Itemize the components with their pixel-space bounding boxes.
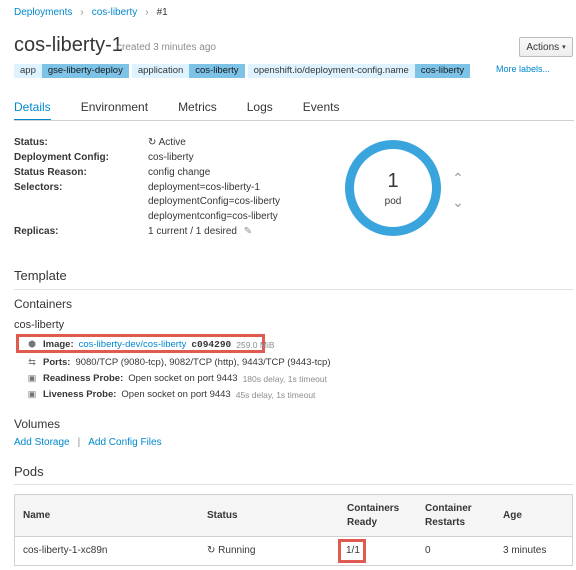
selectors-label: Selectors: <box>14 182 63 193</box>
readiness-row: ▣ Readiness Probe: Open socket on port 9… <box>26 373 327 384</box>
volumes-heading: Volumes <box>14 417 61 431</box>
replicas-value: 1 current / 1 desired ✎ <box>148 226 252 237</box>
liveness-timing: 45s delay, 1s timeout <box>235 389 316 400</box>
template-heading: Template <box>14 268 67 283</box>
breadcrumb-deployment-config[interactable]: cos-liberty <box>92 7 138 18</box>
liveness-probe-icon: ▣ <box>27 389 37 399</box>
created-timestamp: created 3 minutes ago <box>117 42 216 53</box>
ports-value: 9080/TCP (9080-tcp), 9082/TCP (http), 94… <box>75 357 331 368</box>
column-header-container-restarts: Container Restarts <box>425 502 472 530</box>
more-labels-link[interactable]: More labels... <box>496 64 550 74</box>
selector-value: deploymentconfig=cos-liberty <box>148 211 278 222</box>
tab-environment[interactable]: Environment <box>81 100 148 121</box>
volume-actions: Add Storage | Add Config Files <box>14 437 162 448</box>
breadcrumb-current: #1 <box>156 7 168 18</box>
scale-up-icon[interactable]: ⌃ <box>448 170 468 187</box>
scale-down-icon[interactable]: ⌄ <box>448 194 468 211</box>
column-header-line: Containers <box>347 503 400 514</box>
pod-age: 3 minutes <box>503 545 547 556</box>
tab-metrics[interactable]: Metrics <box>178 100 217 121</box>
actions-button-label: Actions <box>526 41 560 53</box>
image-size: 259.0 MiB <box>236 339 275 350</box>
pod-count-label: pod <box>384 196 402 207</box>
liveness-label: Liveness Probe: <box>43 389 117 400</box>
pod-name-link[interactable]: cos-liberty-1-xc89n <box>23 545 107 556</box>
column-header-line: Ready <box>347 517 378 528</box>
tab-bar: Details Environment Metrics Logs Events <box>14 100 369 121</box>
tab-events[interactable]: Events <box>303 100 340 121</box>
readiness-value: Open socket on port 9443 <box>128 373 238 384</box>
pods-heading: Pods <box>14 464 44 479</box>
containers-heading: Containers <box>14 297 73 311</box>
label-list: app gse-liberty-deploy application cos-l… <box>14 64 471 78</box>
breadcrumb-deployments[interactable]: Deployments <box>14 7 72 18</box>
add-config-files-link[interactable]: Add Config Files <box>88 437 161 448</box>
status-reason-label: Status Reason: <box>14 167 87 178</box>
readiness-timing: 180s delay, 1s timeout <box>242 373 327 384</box>
label-pair[interactable]: app gse-liberty-deploy <box>14 64 129 78</box>
refresh-icon: ↻ <box>148 137 157 148</box>
refresh-icon: ↻ <box>207 545 216 556</box>
status-label: Status: <box>14 137 48 148</box>
deployment-config-link[interactable]: cos-liberty <box>148 152 194 163</box>
actions-button[interactable]: Actions ▾ <box>519 37 573 57</box>
image-label: Image: <box>43 339 74 350</box>
pod-status-text: Running <box>218 545 256 556</box>
replicas-text: 1 current / 1 desired <box>148 226 237 237</box>
status-reason-value: config change <box>148 167 211 178</box>
pod-containers-ready: 1/1 <box>346 545 360 556</box>
column-header-line: Container <box>425 503 472 514</box>
deployment-config-label: Deployment Config: <box>14 152 109 163</box>
image-row: ⬢ Image: cos-liberty-dev/cos-liberty c09… <box>26 339 275 350</box>
tab-divider <box>14 120 574 121</box>
column-header-containers-ready: Containers Ready <box>347 502 399 530</box>
edit-pencil-icon[interactable]: ✎ <box>244 226 252 237</box>
selector-value: deploymentConfig=cos-liberty <box>148 196 281 207</box>
page-title: cos-liberty-1 <box>14 34 123 56</box>
pods-divider <box>14 484 574 485</box>
breadcrumb-separator: › <box>80 7 84 18</box>
tab-logs[interactable]: Logs <box>247 100 273 121</box>
label-value: cos-liberty <box>414 64 471 78</box>
readiness-probe-icon: ▣ <box>27 373 37 383</box>
ports-row: ⇆ Ports: 9080/TCP (9080-tcp), 9082/TCP (… <box>26 357 331 368</box>
breadcrumb-separator: › <box>145 7 149 18</box>
pods-table-header <box>15 495 572 537</box>
label-value: gse-liberty-deploy <box>41 64 129 78</box>
tab-details[interactable]: Details <box>14 100 51 121</box>
liveness-row: ▣ Liveness Probe: Open socket on port 94… <box>26 389 316 400</box>
label-key: app <box>14 64 42 78</box>
pod-count: 1 <box>387 170 399 192</box>
selector-value: deployment=cos-liberty-1 <box>148 182 260 193</box>
label-value: cos-liberty <box>189 64 245 78</box>
add-storage-link[interactable]: Add Storage <box>14 437 70 448</box>
column-header-line: Restarts <box>425 517 466 528</box>
container-name: cos-liberty <box>14 319 65 331</box>
template-divider <box>14 289 574 290</box>
image-link[interactable]: cos-liberty-dev/cos-liberty <box>79 339 187 350</box>
readiness-label: Readiness Probe: <box>43 373 124 384</box>
status-text: Active <box>158 137 186 148</box>
replicas-label: Replicas: <box>14 226 59 237</box>
pod-restarts: 0 <box>425 545 431 556</box>
link-separator: | <box>77 437 81 448</box>
column-header-name: Name <box>23 510 51 521</box>
label-key: openshift.io/deployment-config.name <box>247 64 415 78</box>
column-header-status: Status <box>207 510 238 521</box>
chevron-down-icon: ▾ <box>562 44 566 51</box>
image-icon: ⬢ <box>28 339 36 349</box>
label-key: application <box>131 64 190 78</box>
ports-label: Ports: <box>43 357 71 368</box>
breadcrumb: Deployments › cos-liberty › #1 <box>14 7 168 18</box>
ports-icon: ⇆ <box>28 357 36 367</box>
pod-status: ↻ Running <box>207 545 255 556</box>
label-pair[interactable]: application cos-liberty <box>131 64 245 78</box>
column-header-age: Age <box>503 510 522 521</box>
status-value: ↻ Active <box>148 137 186 148</box>
image-hash: c094290 <box>191 339 232 350</box>
label-pair[interactable]: openshift.io/deployment-config.name cos-… <box>247 64 471 78</box>
liveness-value: Open socket on port 9443 <box>121 389 231 400</box>
